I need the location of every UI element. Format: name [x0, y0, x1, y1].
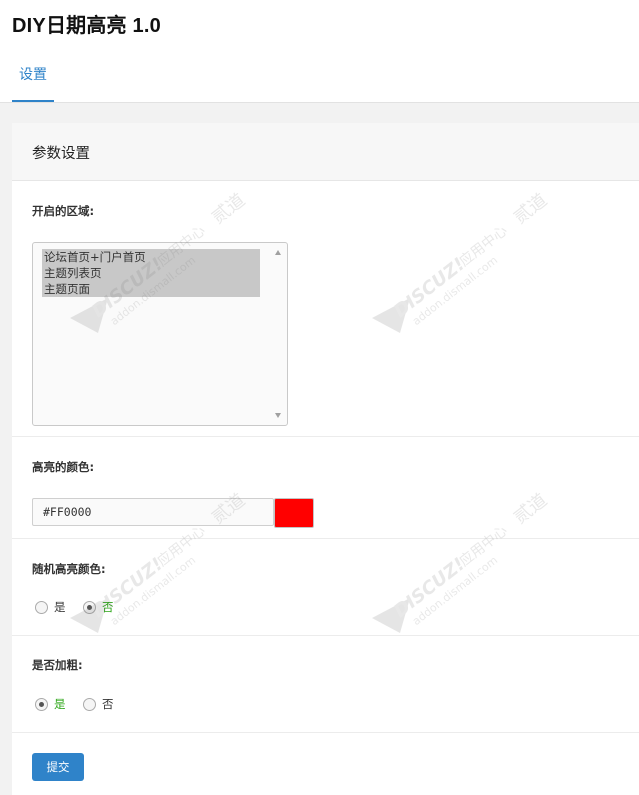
highlight-color-input[interactable] [32, 498, 274, 526]
divider [12, 635, 639, 636]
radio-label: 否 [102, 600, 114, 614]
listbox-option-thread-list[interactable]: 主题列表页 [42, 265, 260, 281]
listbox-scrollbar[interactable] [271, 243, 287, 425]
app-title: DIY日期高亮 1.0 [12, 15, 161, 37]
radio-label: 是 [54, 600, 66, 614]
radio-circle-checked-icon[interactable] [83, 601, 96, 614]
radio-label: 否 [102, 697, 114, 711]
radio-label: 是 [54, 697, 66, 711]
listbox-option-thread-page[interactable]: 主题页面 [42, 281, 260, 297]
random-color-label: 随机高亮颜色: [32, 562, 106, 576]
divider [12, 538, 639, 539]
tab-bar: 设置 [0, 54, 639, 103]
highlight-color-label: 高亮的颜色: [32, 460, 95, 474]
divider [12, 436, 639, 437]
areas-multiselect[interactable]: 论坛首页+门户首页 主题列表页 主题页面 [32, 242, 288, 426]
radio-circle-icon[interactable] [83, 698, 96, 711]
tab-settings[interactable]: 设置 [12, 54, 54, 102]
divider [12, 732, 639, 733]
bold-label: 是否加粗: [32, 658, 83, 672]
page: DIY日期高亮 1.0 设置 参数设置 开启的区域: 论坛首页+门户首页 主题列… [0, 0, 639, 795]
color-picker-swatch[interactable] [274, 498, 314, 528]
areas-label: 开启的区域: [32, 204, 95, 218]
submit-button[interactable]: 提交 [32, 753, 84, 781]
scroll-up-arrow-icon[interactable] [275, 250, 281, 255]
scroll-down-arrow-icon[interactable] [275, 413, 281, 418]
listbox-option-portal[interactable]: 论坛首页+门户首页 [42, 249, 260, 265]
radio-circle-checked-icon[interactable] [35, 698, 48, 711]
radio-circle-icon[interactable] [35, 601, 48, 614]
panel-title: 参数设置 [32, 146, 90, 162]
listbox-options: 论坛首页+门户首页 主题列表页 主题页面 [42, 249, 260, 297]
settings-panel: 参数设置 开启的区域: 论坛首页+门户首页 主题列表页 主题页面 高亮的颜色: … [12, 123, 639, 795]
panel-header: 参数设置 [12, 123, 639, 181]
